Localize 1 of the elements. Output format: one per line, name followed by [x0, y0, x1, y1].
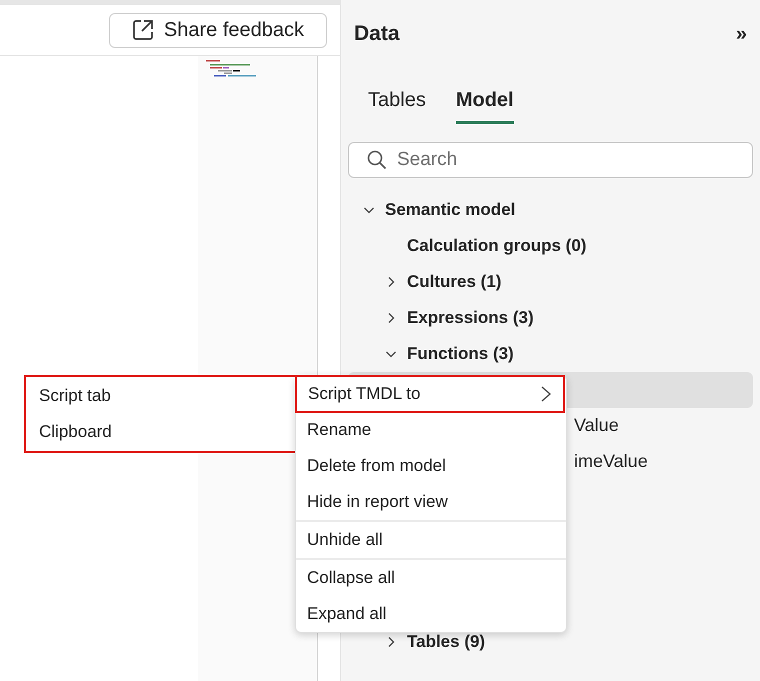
- panel-title: Data: [354, 21, 400, 47]
